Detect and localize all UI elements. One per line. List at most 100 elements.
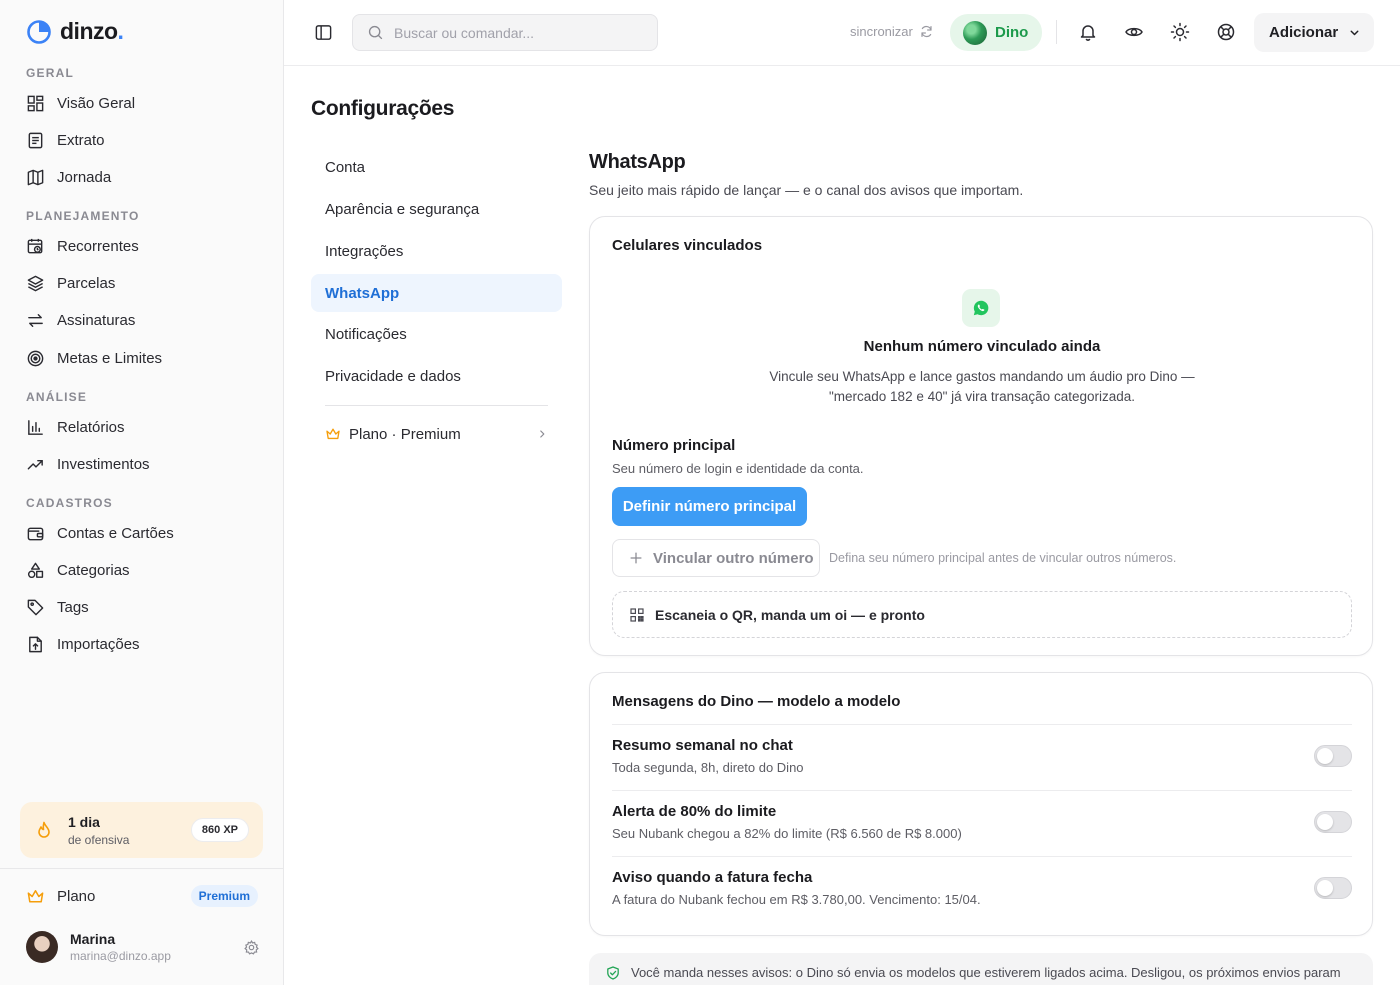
- premium-badge: Premium: [190, 885, 258, 907]
- refresh-icon: [921, 25, 932, 38]
- sidebar-item-label: Relatórios: [57, 418, 125, 436]
- message-templates-card: Mensagens do Dino — modelo a modelo Resu…: [589, 672, 1373, 936]
- sidebar-item-label: Extrato: [57, 131, 105, 149]
- sidebar-item-categorias[interactable]: Categorias: [16, 553, 268, 587]
- qr-code-icon: [630, 607, 644, 622]
- dinzo-logo-icon: [27, 19, 51, 44]
- file-upload-icon: [29, 636, 42, 652]
- linked-phones-card: Celulares vinculados Nenhum número vincu…: [589, 216, 1373, 656]
- sidebar-item-relatorios[interactable]: Relatórios: [16, 410, 268, 444]
- sidebar-item-metas[interactable]: Metas e Limites: [16, 341, 268, 375]
- dino-button[interactable]: Dino: [950, 14, 1042, 51]
- settings-tab-integracoes[interactable]: Integrações: [311, 232, 562, 270]
- add-button[interactable]: Adicionar: [1254, 13, 1374, 52]
- link-other-label: Vincular outro número: [653, 549, 814, 567]
- search-input[interactable]: [394, 24, 634, 41]
- shield-check-icon: [607, 966, 619, 980]
- sidebar-item-label: Importações: [57, 635, 140, 653]
- qr-scan-row[interactable]: Escaneia o QR, manda um oi — e pronto: [612, 591, 1352, 638]
- chevron-down-icon: [1350, 30, 1359, 36]
- sidebar-item-visao-geral[interactable]: Visão Geral: [16, 86, 268, 120]
- empty-state-description: Vincule seu WhatsApp e lance gastos mand…: [750, 367, 1214, 407]
- sidebar: dinzo. GERAL Visão Geral Extrato Jornada…: [0, 0, 284, 985]
- search-box[interactable]: [352, 14, 658, 51]
- weekly-summary-toggle[interactable]: [1314, 745, 1352, 767]
- map-icon: [27, 169, 44, 185]
- plan-label: Plano: [57, 887, 96, 905]
- trending-up-icon: [27, 459, 43, 469]
- sidebar-divider: [0, 868, 283, 869]
- sidebar-plan[interactable]: Plano Premium: [26, 882, 258, 910]
- sidebar-item-parcelas[interactable]: Parcelas: [16, 266, 268, 300]
- plan-link[interactable]: Plano · Premium: [325, 420, 548, 448]
- user-info: Marina marina@dinzo.app: [70, 931, 171, 963]
- gear-icon[interactable]: [243, 939, 260, 956]
- template-subtitle: Seu Nubank chegou a 82% do limite (R$ 6.…: [612, 826, 962, 841]
- settings-tab-conta[interactable]: Conta: [311, 148, 562, 186]
- sidebar-item-label: Contas e Cartões: [57, 524, 174, 542]
- sidebar-item-label: Parcelas: [57, 274, 116, 292]
- logo[interactable]: dinzo.: [26, 18, 124, 45]
- set-primary-number-button[interactable]: Definir número principal: [612, 487, 807, 526]
- eye-icon[interactable]: [1124, 22, 1144, 42]
- settings-tab-privacidade[interactable]: Privacidade e dados: [311, 357, 562, 395]
- chevron-right-icon: [540, 430, 545, 438]
- empty-state-title: Nenhum número vinculado ainda: [863, 338, 1101, 355]
- info-notice: Você manda nesses avisos: o Dino só envi…: [589, 953, 1373, 985]
- xp-badge: 860 XP: [190, 818, 249, 842]
- sidebar-item-label: Jornada: [57, 168, 112, 186]
- link-other-number-button[interactable]: Vincular outro número: [612, 539, 820, 577]
- help-lifebuoy-icon[interactable]: [1216, 22, 1236, 42]
- section-subtitle: Seu jeito mais rápido de lançar — e o ca…: [589, 182, 1024, 198]
- template-title: Resumo semanal no chat: [612, 737, 793, 754]
- sidebar-item-label: Investimentos: [57, 455, 150, 473]
- section-label-planejamento: PLANEJAMENTO: [26, 209, 140, 223]
- sidebar-toggle-icon[interactable]: [314, 23, 333, 42]
- whatsapp-icon: [962, 289, 1000, 327]
- sidebar-item-contas[interactable]: Contas e Cartões: [16, 516, 268, 550]
- wallet-icon: [27, 527, 44, 540]
- sync-button[interactable]: sincronizar: [850, 24, 934, 39]
- limit-alert-toggle[interactable]: [1314, 811, 1352, 833]
- sidebar-item-assinaturas[interactable]: Assinaturas: [16, 303, 268, 337]
- template-subtitle: A fatura do Nubank fechou em R$ 3.780,00…: [612, 892, 981, 907]
- link-other-hint: Defina seu número principal antes de vin…: [829, 551, 1177, 565]
- empty-desc-line-2: "mercado 182 e 40" já vira transação cat…: [828, 389, 1135, 404]
- sidebar-item-extrato[interactable]: Extrato: [16, 123, 268, 157]
- sidebar-item-label: Metas e Limites: [57, 349, 163, 367]
- settings-tab-whatsapp[interactable]: WhatsApp: [311, 274, 562, 312]
- info-notice-text: Você manda nesses avisos: o Dino só envi…: [631, 965, 1341, 980]
- layers-icon: [27, 275, 44, 291]
- sidebar-item-recorrentes[interactable]: Recorrentes: [16, 229, 268, 263]
- logo-text: dinzo.: [60, 18, 124, 44]
- user-name: Marina: [70, 931, 116, 947]
- section-label-geral: GERAL: [26, 66, 74, 80]
- streak-days: 1 dia: [68, 813, 100, 830]
- user-profile[interactable]: Marina marina@dinzo.app: [26, 928, 260, 966]
- card-title: Mensagens do Dino — modelo a modelo: [612, 693, 901, 710]
- bell-icon[interactable]: [1078, 22, 1098, 42]
- settings-nav-divider: [325, 405, 548, 406]
- sidebar-item-jornada[interactable]: Jornada: [16, 160, 268, 194]
- repeat-icon: [28, 313, 43, 327]
- sidebar-item-label: Tags: [57, 598, 89, 616]
- streak-text: 1 dia de ofensiva: [68, 814, 129, 847]
- sidebar-item-label: Categorias: [57, 561, 130, 579]
- dino-orb-icon: [963, 20, 987, 45]
- page-title: Configurações: [311, 97, 455, 120]
- invoice-closed-toggle[interactable]: [1314, 877, 1352, 899]
- sidebar-item-tags[interactable]: Tags: [16, 590, 268, 624]
- settings-tab-aparencia[interactable]: Aparência e segurança: [311, 190, 562, 228]
- receipt-icon: [28, 132, 43, 148]
- sidebar-item-investimentos[interactable]: Investimentos: [16, 447, 268, 481]
- sun-icon[interactable]: [1170, 22, 1190, 42]
- plan-link-label: Plano · Premium: [349, 425, 461, 443]
- settings-tab-notificacoes[interactable]: Notificações: [311, 315, 562, 353]
- sidebar-item-label: Recorrentes: [57, 237, 139, 255]
- section-label-cadastros: CADASTROS: [26, 496, 113, 510]
- plus-icon: [630, 552, 642, 564]
- streak-card[interactable]: 1 dia de ofensiva 860 XP: [20, 802, 263, 858]
- target-icon: [27, 350, 44, 366]
- bar-chart-icon: [28, 419, 43, 435]
- sidebar-item-importacoes[interactable]: Importações: [16, 627, 268, 661]
